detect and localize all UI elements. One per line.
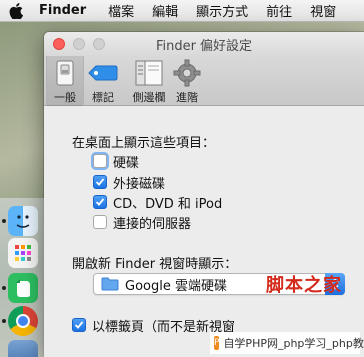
preview-dock-icon[interactable] [8,340,38,357]
evernote-running-indicator [2,286,6,290]
checkbox-row-cds[interactable]: CD、DVD 和 iPod [93,193,223,212]
tab-advanced[interactable]: 進階 [168,56,206,106]
external-disks-checkbox[interactable] [93,175,107,189]
hard-disks-label: 硬碟 [113,155,140,171]
tab-tags[interactable]: 標記 [84,56,122,106]
new-window-target-value: Google 雲端硬碟 [125,278,227,294]
menu-view[interactable]: 顯示方式 [196,1,248,20]
tab-general[interactable]: 一般 [46,56,84,106]
connected-servers-checkbox[interactable] [93,215,107,229]
cds-dvds-ipods-checkbox[interactable] [93,195,107,209]
menu-edit[interactable]: 編輯 [152,1,178,20]
checkbox-row-hard-disks[interactable]: 硬碟 [93,152,140,171]
window-titlebar: Finder 偏好設定 [44,32,364,56]
tag-icon [88,59,118,87]
external-disks-label: 外接磁碟 [113,176,166,192]
tab-sidebar[interactable]: 側邊欄 [130,56,168,106]
checkbox-row-servers[interactable]: 連接的伺服器 [93,213,192,232]
gear-icon [172,59,202,87]
desktop-items-label: 在桌面上顯示這些項目： [72,136,216,151]
preferences-toolbar: 一般 標記 側邊欄 進階 [44,56,364,106]
chrome-running-indicator [2,319,6,323]
tab-general-label: 一般 [54,91,76,104]
apple-menu-icon[interactable] [9,2,25,19]
sidebar-icon [134,59,164,87]
tab-advanced-label: 進階 [176,91,198,104]
watermark-site-text: 自学PHP网_php学习_php教 [223,337,364,350]
menu-bar: Finder 檔案 編輯 顯示方式 前往 視窗 [0,0,364,22]
connected-servers-label: 連接的伺服器 [113,216,192,232]
launchpad-dock-icon[interactable] [8,238,38,268]
window-title: Finder 偏好設定 [155,38,253,54]
watermark-logo: 脚本之家 [266,275,342,296]
menu-app-finder[interactable]: Finder [39,3,86,18]
zoom-button[interactable] [93,38,105,50]
menu-file[interactable]: 檔案 [108,1,134,20]
checkmark-icon [95,178,105,186]
checkmark-icon [95,198,105,206]
finder-running-indicator [2,219,6,223]
menu-window[interactable]: 視窗 [310,1,336,20]
site-logo-icon: P [214,336,220,350]
minimize-button[interactable] [73,38,85,50]
dock [0,198,44,357]
watermark-banner: P 自学PHP网_php学习_php教 [210,332,364,354]
menu-go[interactable]: 前往 [266,1,292,20]
chrome-dock-icon[interactable] [8,306,38,336]
finder-dock-icon[interactable] [8,206,38,236]
tab-sidebar-label: 側邊欄 [132,91,166,104]
open-folders-in-tabs-checkbox[interactable] [72,318,86,332]
folder-icon [101,277,119,291]
checkmark-icon [74,321,84,329]
general-switch-icon [50,59,80,87]
new-window-shows-label: 開啟新 Finder 視窗時顯示： [72,257,238,272]
tab-tags-label: 標記 [92,91,114,104]
evernote-dock-icon[interactable] [8,273,38,303]
checkbox-row-external-disks[interactable]: 外接磁碟 [93,173,166,192]
cds-dvds-ipods-label: CD、DVD 和 iPod [113,196,223,212]
close-button[interactable] [53,38,65,50]
hard-disks-checkbox[interactable] [93,154,107,168]
